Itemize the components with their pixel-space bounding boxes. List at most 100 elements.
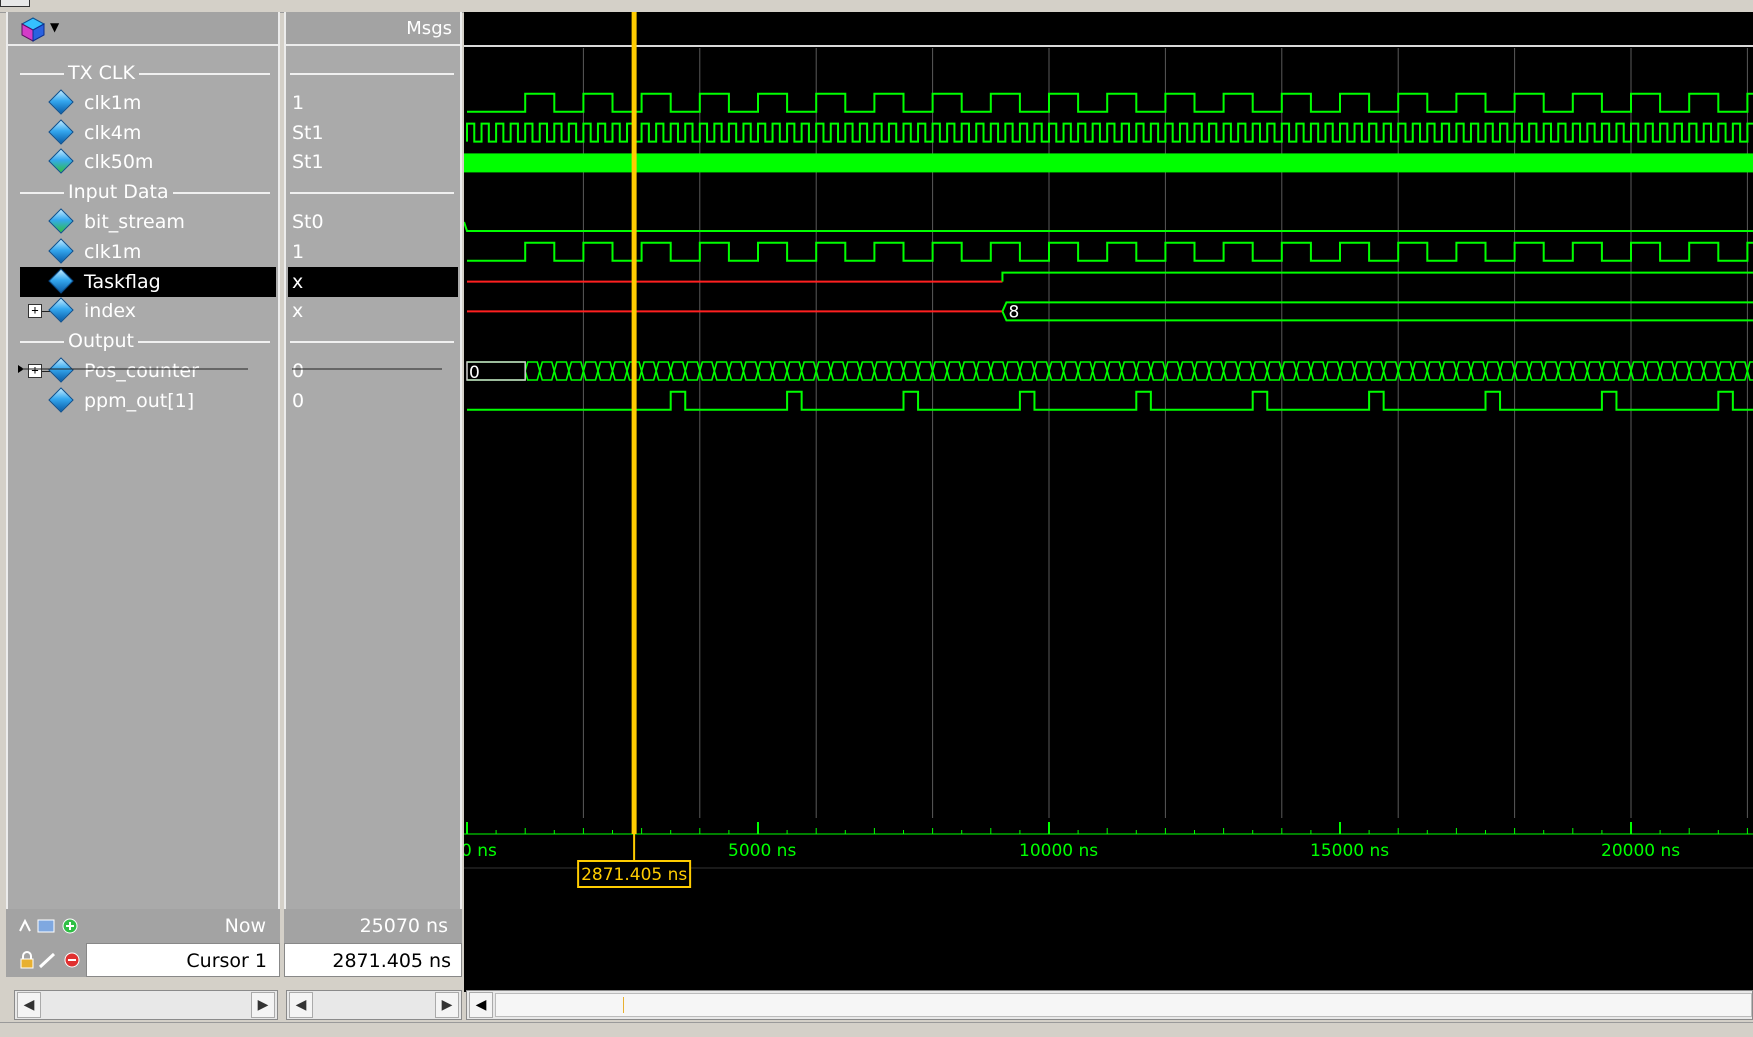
signal-value: 1: [292, 91, 305, 114]
signal-value-pane[interactable]: Msgs 1 St1 St1 St0 1 x x 0 0: [284, 12, 462, 909]
zoom-tools-icon[interactable]: [18, 917, 80, 935]
group-divider[interactable]: Input Data: [20, 177, 278, 208]
clk1m-wave: [467, 92, 1753, 113]
clk50m-wave: [464, 153, 1753, 173]
pos-counter-bus-wave: [467, 361, 1753, 381]
cursor-time-tag: 2871.405 ns: [581, 865, 687, 885]
waveform-scroll-thumb[interactable]: [495, 993, 1752, 1017]
value-divider: [292, 368, 442, 370]
signal-row-clk1m[interactable]: clk1m: [20, 88, 276, 118]
signal-diamond-icon: [48, 267, 74, 294]
signal-value-cell[interactable]: 0: [288, 386, 458, 416]
timeline-tick-label: 20000 ns: [1601, 841, 1680, 861]
signal-diamond-icon: [48, 89, 74, 115]
index-bus-value: 8: [1008, 302, 1019, 322]
timeline-tick-label: 15000 ns: [1310, 841, 1389, 861]
cursor-scroll-marker: [623, 997, 624, 1013]
value-pane-hscroll[interactable]: ◀ ▶: [286, 990, 462, 1020]
signal-name: bit_stream: [84, 211, 185, 233]
group-divider-line: [290, 73, 454, 75]
group-divider-line: [290, 341, 454, 344]
input-signal-icon: [48, 148, 74, 175]
signal-name: ppm_out[1]: [84, 389, 195, 412]
waveform-hscroll[interactable]: ◀: [466, 990, 1753, 1020]
signal-row-ppm-out-1-[interactable]: ppm_out[1]: [20, 386, 276, 416]
group-divider[interactable]: TX CLK: [20, 58, 278, 88]
group-label: Output: [64, 326, 138, 357]
timeline-tick-label: 5000 ns: [728, 841, 796, 861]
signal-row-index[interactable]: + index: [20, 296, 276, 326]
signal-name: index: [84, 300, 136, 323]
signal-value-cell[interactable]: x: [288, 296, 458, 326]
signal-name: Taskflag: [84, 270, 161, 293]
signal-diamond-icon: [48, 387, 74, 413]
timeline-tick-label: 10000 ns: [1019, 841, 1098, 861]
name-pane-header: ▼: [8, 12, 278, 46]
signal-name: clk1m: [84, 240, 142, 263]
taskflag-wave: [1001, 271, 1753, 282]
signal-value: 0: [292, 389, 305, 412]
signal-value: x: [292, 300, 304, 323]
timeline-tick-label: 0 ns: [464, 841, 497, 861]
name-pane-hscroll[interactable]: ◀ ▶: [14, 990, 278, 1020]
group-label: TX CLK: [64, 58, 139, 88]
group-label: Input Data: [64, 177, 173, 208]
signal-row-clk50m[interactable]: clk50m: [20, 147, 276, 177]
group-divider-line: [290, 192, 454, 195]
msgs-label: Msgs: [406, 18, 452, 39]
scroll-right-icon[interactable]: ▶: [435, 992, 459, 1018]
app-tiny-icon: [0, 0, 30, 7]
signal-value-cell[interactable]: St1: [288, 118, 458, 148]
signal-row-taskflag[interactable]: Taskflag: [20, 266, 276, 297]
waveform-pane[interactable]: 800 ns5000 ns10000 ns15000 ns20000 ns250…: [461, 12, 1753, 992]
scroll-right-icon[interactable]: ▶: [251, 992, 275, 1018]
ppm-out-wave: [467, 390, 1753, 411]
signal-name-pane[interactable]: ▼ TX CLK clk1m clk4m clk50m Input Data bit_st…: [6, 12, 280, 909]
signal-name: clk4m: [84, 121, 142, 144]
signal-diamond-icon: [48, 297, 74, 324]
signal-diamond-icon: [48, 118, 74, 145]
signal-diamond-icon: [48, 238, 74, 264]
wave-cube-icon[interactable]: [20, 16, 46, 42]
signal-value: x: [292, 270, 304, 293]
chevron-down-icon[interactable]: ▼: [50, 20, 59, 34]
signal-value-cell[interactable]: x: [288, 266, 458, 297]
now-value: 25070 ns: [359, 915, 448, 937]
signal-name: clk50m: [84, 151, 154, 174]
signal-value: St1: [292, 121, 324, 144]
input-signal-icon: [48, 208, 74, 234]
signal-row-bit-stream[interactable]: bit_stream: [20, 207, 276, 237]
signal-row-clk4m[interactable]: clk4m: [20, 118, 276, 148]
now-row-value: 25070 ns: [284, 909, 462, 943]
signal-value-cell[interactable]: 1: [288, 88, 458, 118]
clk4m-wave: [466, 122, 1753, 143]
scroll-left-icon[interactable]: ◀: [469, 992, 493, 1018]
index-bus-wave: [1001, 301, 1753, 322]
cursor-name-field[interactable]: Cursor 1: [86, 943, 280, 977]
cursor-value: 2871.405 ns: [332, 950, 451, 972]
cursor-value-field[interactable]: 2871.405 ns: [284, 943, 462, 977]
scroll-left-icon[interactable]: ◀: [289, 992, 313, 1018]
cursor-label: Cursor 1: [186, 950, 267, 972]
cursor-lock-icon[interactable]: [20, 951, 82, 969]
signal-value-cell[interactable]: St1: [288, 147, 458, 177]
signal-row-clk1m[interactable]: clk1m: [20, 237, 276, 267]
group-divider-line: [20, 73, 270, 75]
expand-plus-icon[interactable]: +: [28, 304, 42, 319]
insertion-marker: [18, 365, 248, 373]
signal-value: St0: [292, 211, 324, 233]
scroll-left-icon[interactable]: ◀: [17, 992, 41, 1018]
clk1m-wave: [467, 241, 1753, 262]
signal-name: clk1m: [84, 91, 142, 114]
waveform-canvas[interactable]: 800 ns5000 ns10000 ns15000 ns20000 ns250…: [461, 12, 1753, 992]
signal-value-cell[interactable]: 1: [288, 237, 458, 267]
value-pane-header: Msgs: [286, 12, 460, 46]
now-label: Now: [224, 915, 266, 937]
cursor-row-tools: [6, 943, 86, 977]
group-divider[interactable]: Output: [20, 326, 278, 357]
signal-value: 1: [292, 240, 305, 263]
pos-counter-initial-value: 0: [469, 363, 480, 383]
now-row-name: Now: [6, 909, 280, 943]
signal-value-cell[interactable]: St0: [288, 207, 458, 237]
group-divider-line: [20, 341, 270, 344]
